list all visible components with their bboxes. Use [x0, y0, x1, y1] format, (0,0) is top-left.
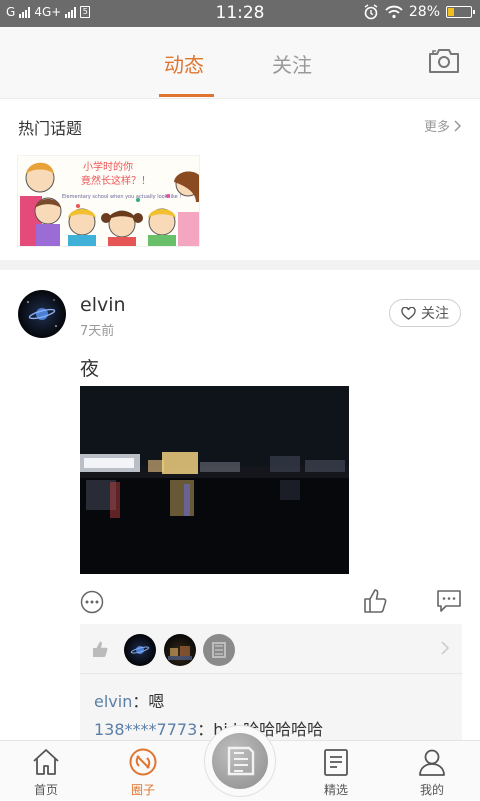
liker-avatar[interactable] — [203, 634, 235, 666]
tab-home[interactable]: 首页 — [11, 741, 81, 801]
likes-row[interactable] — [80, 624, 462, 674]
comment-item[interactable]: elvin：嗯 — [94, 688, 164, 712]
planet-avatar-image — [27, 299, 57, 327]
comment-icon[interactable] — [436, 588, 462, 614]
wifi-icon — [385, 5, 403, 19]
tab-feed[interactable]: 动态 — [164, 49, 204, 78]
person-icon — [419, 749, 445, 776]
hot-topics-title: 热门话题 — [18, 119, 83, 138]
more-label: 更多 — [423, 120, 450, 135]
battery-icon — [446, 6, 475, 18]
banner-line-1: 小学时的你 — [83, 162, 133, 173]
section-divider — [0, 260, 480, 270]
post-text: 夜 — [80, 358, 100, 380]
follow-label: 关注 — [421, 306, 449, 322]
tab-mine[interactable]: 我的 — [397, 741, 467, 801]
logo-avatar-image — [212, 642, 226, 658]
comment-text: 嗯 — [148, 692, 165, 711]
hot-topics-section: 热门话题 更多 小学时的你 竟然长这样？！ Elementary school … — [0, 100, 480, 260]
follow-button[interactable]: 关注 — [389, 299, 461, 327]
chevron-right-icon — [454, 119, 462, 132]
tab-circle-label: 圈子 — [130, 783, 155, 797]
home-icon — [33, 749, 59, 775]
post-photo[interactable] — [80, 386, 349, 574]
tab-following[interactable]: 关注 — [272, 49, 312, 78]
comment-author[interactable]: 138****7773 — [94, 720, 197, 739]
circle-icon — [129, 748, 157, 776]
camera-icon[interactable] — [428, 47, 460, 74]
likes-and-comments-box: elvin：嗯 138****7773：hi h哈哈哈哈哈 — [80, 624, 462, 744]
like-icon[interactable] — [362, 588, 388, 614]
night-city-photo — [80, 386, 349, 574]
more-link[interactable]: 更多 — [424, 116, 462, 135]
tab-home-label: 首页 — [33, 783, 58, 797]
active-tab-indicator — [159, 94, 214, 97]
comment-separator: ： — [197, 720, 214, 739]
tab-circle[interactable]: 圈子 — [108, 741, 178, 801]
like-small-icon — [93, 641, 108, 657]
document-icon — [324, 749, 348, 776]
comment-author[interactable]: elvin — [94, 692, 132, 711]
more-options-icon[interactable] — [80, 590, 104, 614]
banner-line-2: 竟然长这样？！ — [81, 176, 151, 187]
post-card: elvin 7天前 关注 夜 elvin：嗯 138****7773：hi h哈… — [0, 270, 480, 744]
post-username[interactable]: elvin — [80, 294, 126, 316]
battery-fill — [448, 8, 455, 16]
status-right: 28% — [363, 4, 475, 20]
avatar[interactable] — [18, 290, 66, 338]
tab-featured-label: 精选 — [323, 783, 348, 797]
center-button-face — [212, 733, 268, 789]
chevron-right-icon — [441, 641, 450, 655]
banner-line-3: Elementary school when you actually look… — [62, 194, 182, 200]
night-avatar-image — [168, 646, 192, 660]
comment-item[interactable]: 138****7773：hi h哈哈哈哈哈 — [94, 716, 323, 740]
post-time: 7天前 — [80, 324, 115, 339]
topic-banner[interactable]: 小学时的你 竟然长这样？！ Elementary school when you… — [17, 155, 200, 247]
heart-icon — [401, 306, 416, 320]
center-action-button[interactable] — [204, 725, 276, 797]
alarm-icon — [364, 4, 378, 20]
tab-mine-label: 我的 — [419, 783, 444, 797]
tab-featured[interactable]: 精选 — [301, 741, 371, 801]
top-tab-bar: 动态 关注 — [0, 27, 480, 99]
planet-avatar-image — [130, 646, 150, 654]
liker-avatar[interactable] — [124, 634, 156, 666]
status-bar: G 4G+ 5 11:28 28% — [0, 0, 480, 27]
logo-icon — [227, 746, 255, 776]
comment-separator: ： — [132, 692, 149, 711]
battery-percent: 28% — [408, 4, 440, 20]
liker-avatar[interactable] — [164, 634, 196, 666]
